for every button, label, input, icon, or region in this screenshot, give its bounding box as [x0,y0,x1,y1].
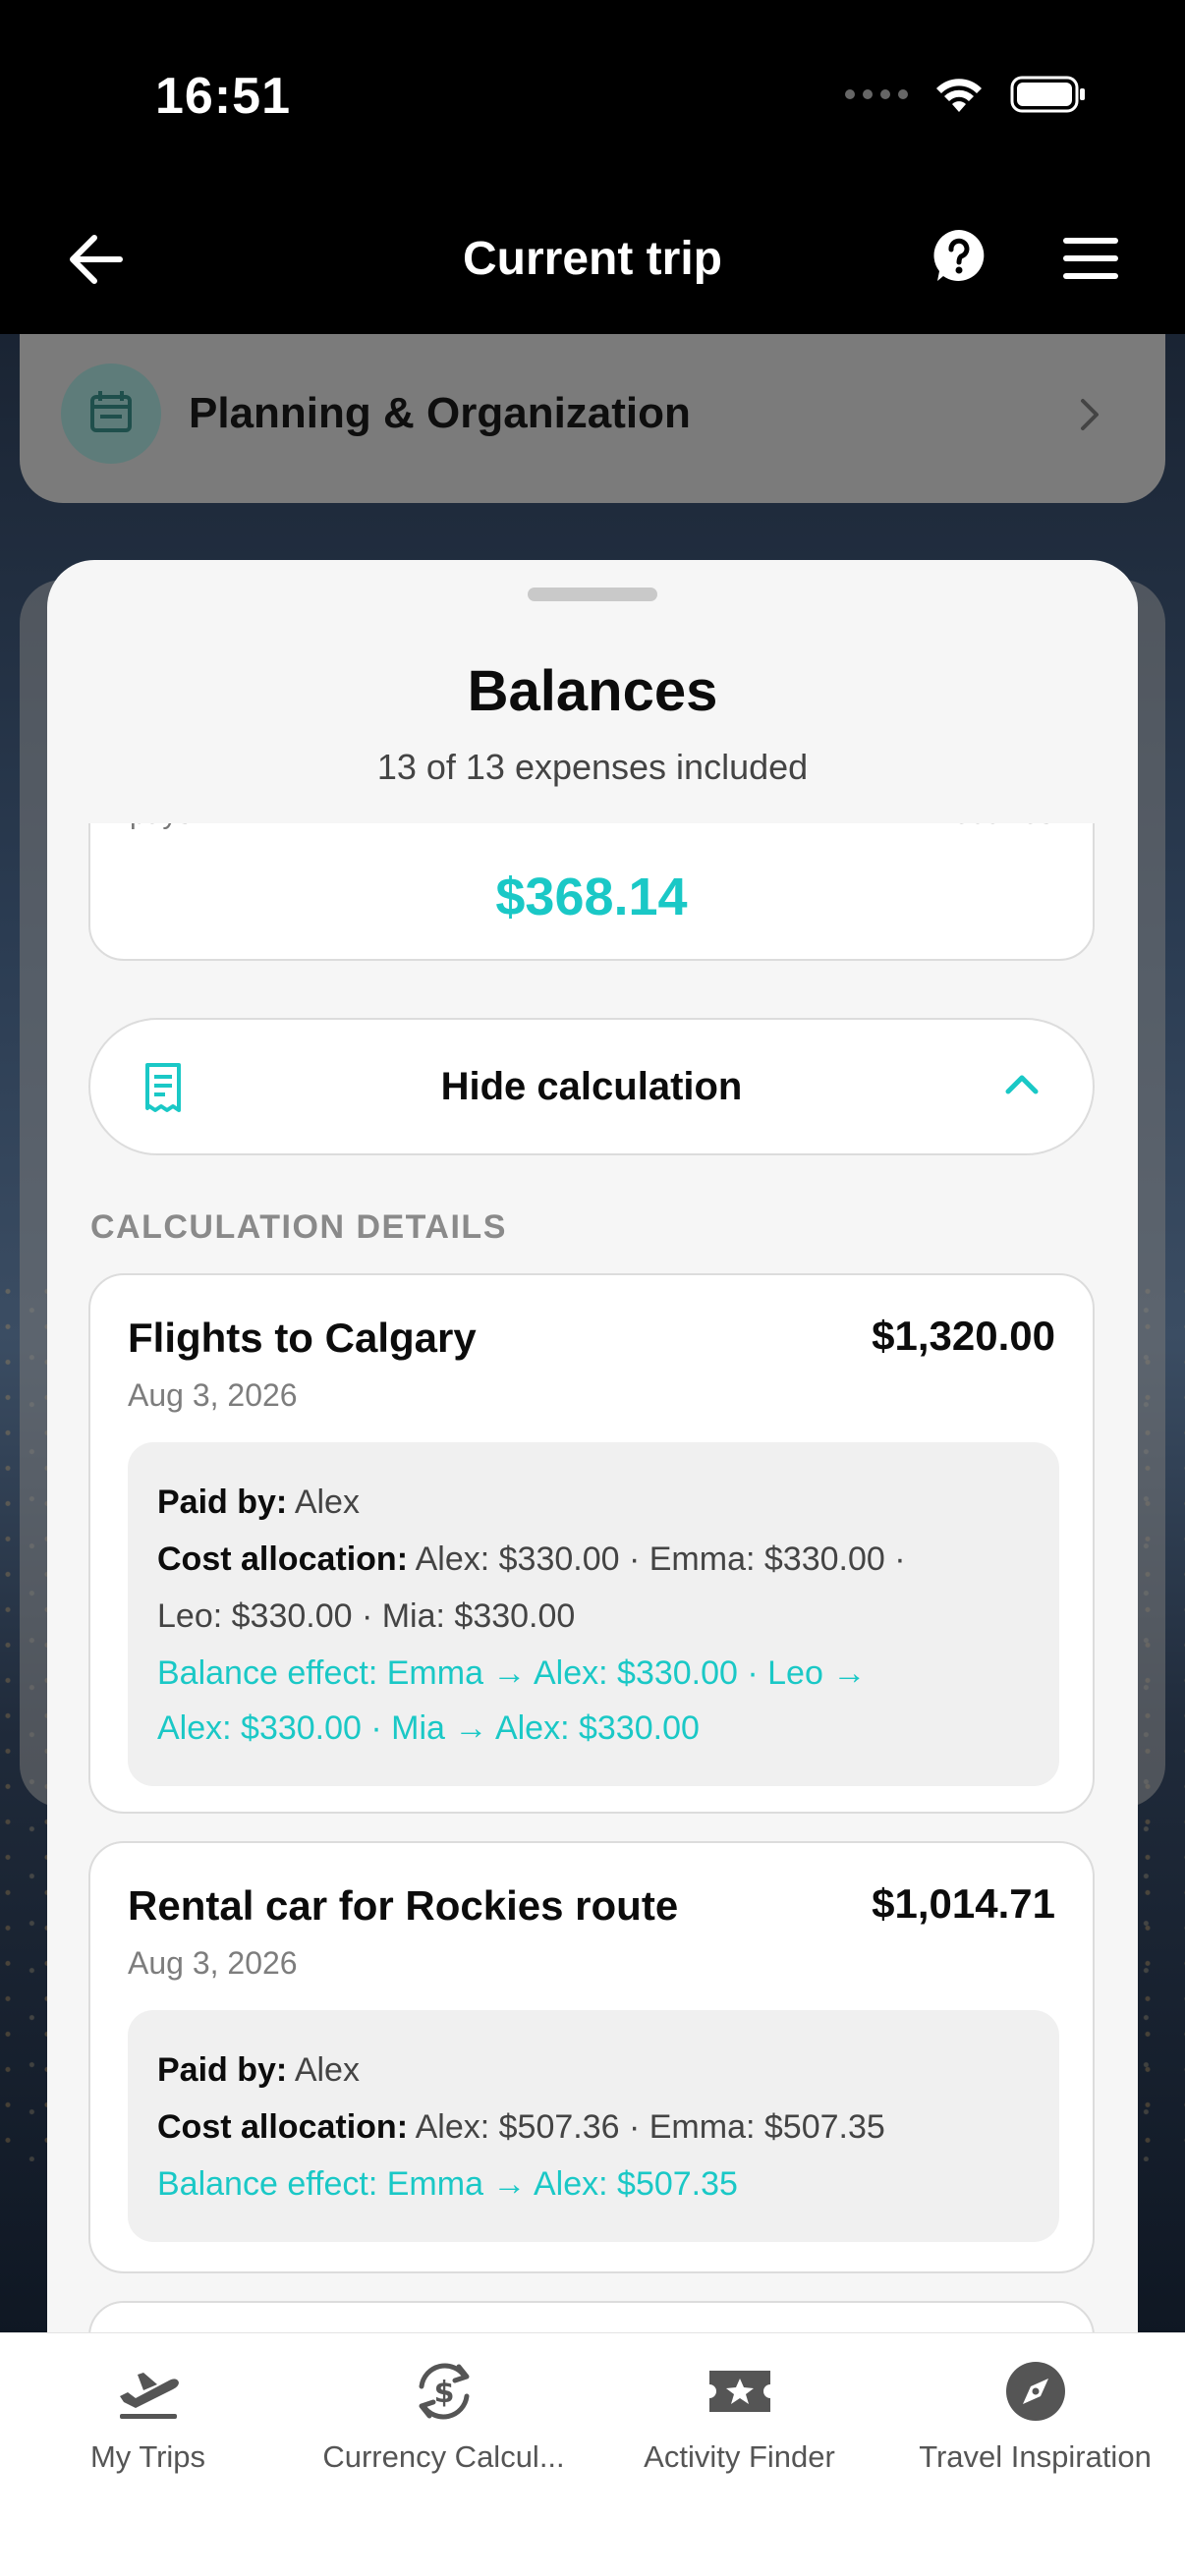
expense-card[interactable]: Flights to Calgary $1,320.00 Aug 3, 2026… [88,1273,1095,1814]
tab-label: Activity Finder [644,2439,835,2474]
expense-amount: $1,014.71 [872,1880,1055,1927]
status-time: 16:51 [155,68,291,125]
balance-effect-line: Balance effect: Emma → Alex: $330.00 · L… [157,1654,867,1692]
expense-amount: $1,320.00 [872,1313,1055,1359]
plane-departure-icon [119,2373,179,2419]
allocation-label: Cost allocation: [157,1540,409,1578]
expense-date: Aug 3, 2026 [128,1945,298,1981]
hide-calculation-label: Hide calculation [440,1065,743,1108]
battery-icon [1010,76,1085,113]
page-title: Current trip [463,233,722,285]
allocation-line: Cost allocation: Alex: $507.36 · Emma: $… [157,2099,1030,2156]
paid-by-line: Paid by: Alex [157,1474,1030,1531]
calendar-icon [61,364,161,464]
sheet-grabber[interactable] [528,588,657,601]
paid-by-value: Alex [294,1484,360,1521]
sheet-subtitle: 13 of 13 expenses included [376,747,809,787]
expense-title: Rental car for Rockies route [128,1882,679,1929]
paid-by-value: Alex [294,2051,360,2089]
sheet-title: Balances [467,659,718,723]
allocation-value: Alex: $330.00 · Emma: $330.00 · [415,1540,906,1578]
calculation-details-heading: CALCULATION DETAILS [90,1208,507,1246]
tab-travel-inspiration[interactable]: Travel Inspiration [887,2333,1183,2530]
hide-calculation-button[interactable]: Hide calculation [88,1018,1095,1155]
hamburger-menu-icon[interactable] [1061,236,1120,281]
paid-by-line: Paid by: Alex [157,2042,1030,2099]
expense-date: Aug 3, 2026 [128,1377,298,1413]
help-icon[interactable] [931,228,987,283]
expense-detail-box: Paid by: Alex Cost allocation: Alex: $50… [128,2010,1059,2242]
tab-my-trips[interactable]: My Trips [0,2333,296,2530]
pays-label: pays [130,823,192,831]
allocation-line: Cost allocation: Alex: $330.00 · Emma: $… [157,1531,1030,1588]
planning-label: Planning & Organization [189,389,691,437]
balance-amount: $368.14 [495,868,688,926]
nav-header: Current trip [0,187,1185,334]
expense-detail-box: Paid by: Alex Cost allocation: Alex: $33… [128,1442,1059,1786]
compass-icon [1005,2362,1065,2421]
expense-card[interactable]: Rental car for Rockies route $1,014.71 A… [88,1841,1095,2273]
back-arrow-icon[interactable] [65,232,124,287]
tab-currency-calculator[interactable]: $ Currency Calcul... [296,2333,592,2530]
svg-text:$: $ [433,2376,454,2410]
chevron-up-icon [1005,1075,1039,1094]
cellular-signal-icon [845,89,908,99]
receives-label: receives [943,823,1053,831]
balance-effect-line: Balance effect: Emma → Alex: $507.35 [157,2165,738,2203]
balance-effect-line-continued: Alex: $330.00 · Mia → Alex: $330.00 [157,1709,700,1747]
paid-by-label: Paid by: [157,2051,288,2089]
tab-label: Travel Inspiration [919,2439,1152,2474]
tab-activity-finder[interactable]: Activity Finder [592,2333,887,2530]
allocation-label: Cost allocation: [157,2108,409,2146]
chevron-right-icon [1081,399,1099,430]
tab-bar: My Trips $ Currency Calcul... Activity F… [0,2332,1185,2576]
balances-sheet: Balances 13 of 13 expenses included pays… [47,560,1138,2338]
tab-label: Currency Calcul... [322,2439,565,2474]
tab-label: My Trips [89,2439,206,2474]
ticket-star-icon [708,2371,770,2412]
sheet-scroll-area[interactable]: pays receives $368.14 Hide calculation C… [47,823,1138,2338]
wifi-icon [936,79,982,112]
expense-title: Flights to Calgary [128,1315,477,1361]
paid-by-label: Paid by: [157,1484,288,1521]
currency-exchange-icon: $ [419,2363,469,2420]
status-bar: 16:51 [0,0,1185,187]
status-icons [845,75,1087,114]
allocation-value: Alex: $507.36 · Emma: $507.35 [415,2108,885,2146]
balance-result-card: pays receives $368.14 [88,823,1095,961]
allocation-line-continued: Leo: $330.00 · Mia: $330.00 [157,1597,576,1635]
